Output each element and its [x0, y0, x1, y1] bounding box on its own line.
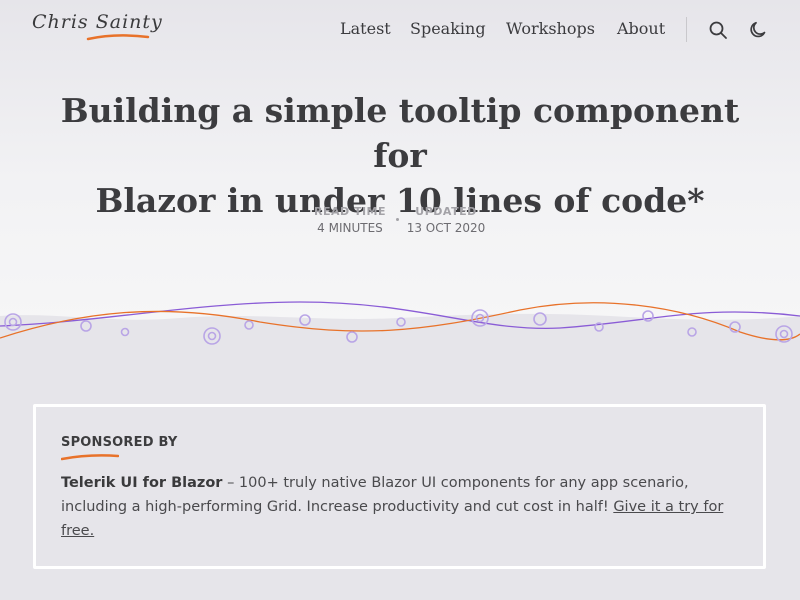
meta-separator	[396, 218, 399, 221]
read-time-value: 4 MINUTES	[317, 221, 383, 235]
nav-about[interactable]: About	[617, 19, 665, 38]
read-time: READ TIME 4 MINUTES	[305, 205, 395, 235]
moon-icon[interactable]	[748, 20, 768, 40]
read-time-label: READ TIME	[313, 205, 386, 218]
site-logo[interactable]: Chris Sainty	[32, 11, 163, 33]
updated-date: UPDATED 13 OCT 2020	[400, 205, 492, 235]
site-header: Chris Sainty Latest Speaking Workshops A…	[0, 0, 800, 60]
decorative-wave	[0, 301, 800, 352]
sponsor-heading: SPONSORED BY	[61, 435, 178, 450]
article-title: Building a simple tooltip component for …	[40, 88, 760, 223]
nav-speaking[interactable]: Speaking	[410, 19, 486, 38]
sponsor-heading-underline	[61, 454, 119, 461]
nav-latest[interactable]: Latest	[340, 19, 391, 38]
nav-divider	[686, 17, 687, 42]
sponsor-brand: Telerik UI for Blazor	[61, 475, 223, 491]
search-icon[interactable]	[708, 20, 728, 40]
updated-label: UPDATED	[415, 205, 477, 218]
updated-value: 13 OCT 2020	[406, 221, 486, 235]
nav-workshops[interactable]: Workshops	[506, 19, 595, 38]
sponsor-text: Telerik UI for Blazor – 100+ truly nativ…	[61, 471, 741, 543]
article-title-line1: Building a simple tooltip component for	[60, 91, 740, 175]
sponsor-box: SPONSORED BY Telerik UI for Blazor – 100…	[33, 404, 766, 569]
logo-underline	[86, 34, 150, 41]
